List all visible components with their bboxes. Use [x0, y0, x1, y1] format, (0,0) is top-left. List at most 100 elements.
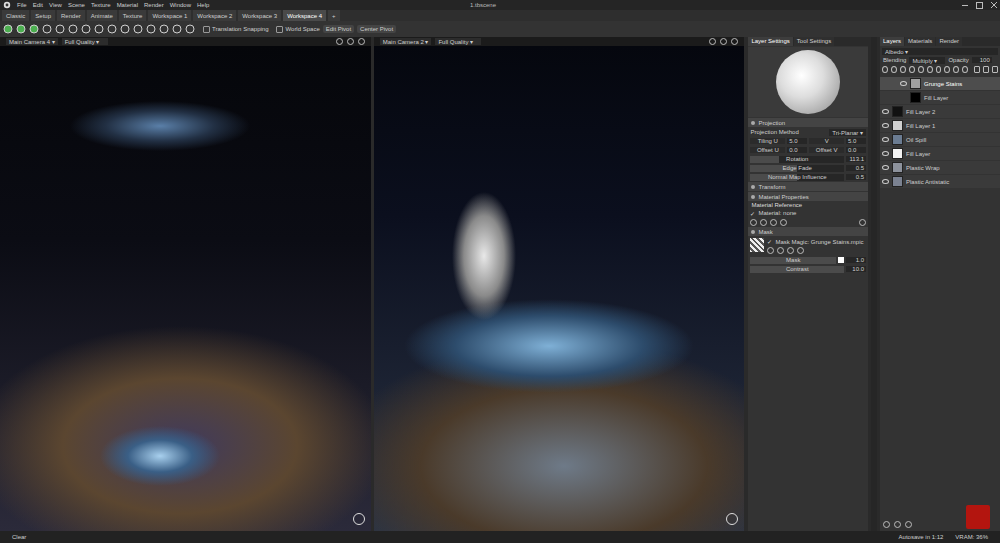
light-icon[interactable]: [81, 24, 91, 34]
checkbox-row[interactable]: ✓Material: none: [748, 209, 868, 217]
maximize-view-icon[interactable]: [731, 38, 738, 45]
eye-icon[interactable]: [882, 109, 889, 114]
menu-item[interactable]: File: [17, 2, 27, 8]
menu-item[interactable]: Edit: [33, 2, 43, 8]
menu-item[interactable]: Texture: [91, 2, 111, 8]
gear-icon[interactable]: [962, 66, 968, 73]
view-gizmo-icon[interactable]: [726, 513, 738, 525]
paint-icon[interactable]: [120, 24, 130, 34]
quality-dropdown[interactable]: Full Quality ▾: [62, 38, 108, 45]
search-icon[interactable]: [777, 247, 784, 254]
pen-icon[interactable]: [859, 219, 866, 226]
layer-row[interactable]: Fill Layer 2: [880, 105, 1000, 118]
refresh-icon[interactable]: [905, 521, 912, 528]
scale-icon[interactable]: [42, 24, 52, 34]
number-field[interactable]: Offset U0.0: [750, 147, 807, 153]
select-icon[interactable]: [3, 24, 13, 34]
workspace-tab[interactable]: +: [328, 10, 340, 21]
folder-icon[interactable]: [983, 66, 989, 73]
eraser-icon[interactable]: [891, 66, 897, 73]
move-view-icon[interactable]: [720, 38, 727, 45]
eye-icon[interactable]: [900, 81, 907, 86]
edit-icon[interactable]: [787, 247, 794, 254]
check-icon[interactable]: ✓: [750, 210, 756, 217]
eye-icon[interactable]: [882, 123, 889, 128]
sphere-icon[interactable]: [172, 24, 182, 34]
workspace-tab[interactable]: Texture: [119, 10, 147, 21]
new-layer-icon[interactable]: [974, 66, 980, 73]
viewport[interactable]: Main Camera 4 ▾ Full Quality ▾: [0, 37, 371, 531]
settings-icon[interactable]: [709, 38, 716, 45]
refresh-icon[interactable]: [767, 247, 774, 254]
brush-icon[interactable]: [882, 66, 888, 73]
rotate-icon[interactable]: [29, 24, 39, 34]
close-icon[interactable]: [991, 2, 997, 8]
quality-dropdown[interactable]: Full Quality ▾: [435, 38, 481, 45]
reset-icon[interactable]: [760, 219, 767, 226]
menu-item[interactable]: Material: [117, 2, 138, 8]
maximize-icon[interactable]: [976, 2, 983, 9]
opacity-field[interactable]: 100: [972, 57, 992, 63]
workspace-tab[interactable]: Animate: [87, 10, 117, 21]
viewport[interactable]: Main Camera 2 ▾ Full Quality ▾: [374, 37, 745, 531]
number-field[interactable]: Offset V0.0: [809, 147, 866, 153]
panel-tab[interactable]: Layers: [880, 37, 904, 46]
workspace-tab[interactable]: Workspace 4: [283, 10, 326, 21]
section-header[interactable]: Transform: [748, 182, 868, 191]
workspace-tab[interactable]: Workspace 2: [193, 10, 236, 21]
menu-item[interactable]: View: [49, 2, 62, 8]
eye-icon[interactable]: [882, 179, 889, 184]
remove-icon[interactable]: [797, 247, 804, 254]
layer-row[interactable]: Plastic Wrap: [880, 161, 1000, 174]
delete-icon[interactable]: [992, 66, 998, 73]
layer-row[interactable]: Fill Layer 1: [880, 119, 1000, 132]
number-field[interactable]: V5.0: [809, 138, 866, 144]
render-view[interactable]: [374, 46, 745, 531]
blending-dropdown[interactable]: Multiply ▾: [909, 57, 945, 64]
layer-row[interactable]: Fill Layer: [880, 147, 1000, 160]
workspace-tab[interactable]: Workspace 1: [148, 10, 191, 21]
checkbox-row[interactable]: ✓Mask Magic: Grunge Stains.mpic: [767, 238, 863, 245]
section-header[interactable]: Mask: [748, 227, 868, 236]
panel-divider[interactable]: [871, 37, 877, 531]
menu-item[interactable]: Render: [144, 2, 164, 8]
fill-icon[interactable]: [900, 66, 906, 73]
checkbox-icon[interactable]: [203, 26, 210, 33]
slider[interactable]: Rotation: [750, 156, 844, 163]
move-view-icon[interactable]: [347, 38, 354, 45]
layer-row[interactable]: Oil Spill: [880, 133, 1000, 146]
cube-icon[interactable]: [159, 24, 169, 34]
remove-icon[interactable]: [770, 219, 777, 226]
status-clear[interactable]: Clear: [12, 534, 26, 540]
menu-item[interactable]: Scene: [68, 2, 85, 8]
refresh-icon[interactable]: [750, 219, 757, 226]
clone-icon[interactable]: [918, 66, 924, 73]
slider-value[interactable]: 113.1: [846, 156, 866, 162]
smudge-icon[interactable]: [927, 66, 933, 73]
view-gizmo-icon[interactable]: [353, 513, 365, 525]
globe-icon[interactable]: [55, 24, 65, 34]
panel-tab[interactable]: Layer Settings: [748, 37, 792, 46]
eye-icon[interactable]: [882, 137, 889, 142]
layer-row[interactable]: Fill Layer: [880, 91, 1000, 104]
slider[interactable]: Normal Map Influence: [750, 174, 844, 181]
lasso-icon[interactable]: [107, 24, 117, 34]
workspace-tab[interactable]: Setup: [31, 10, 55, 21]
toolbar-button[interactable]: Edit Pivot: [323, 25, 354, 33]
slider-value[interactable]: 0.5: [846, 165, 866, 171]
wand-icon[interactable]: [185, 24, 195, 34]
settings-icon[interactable]: [894, 521, 901, 528]
section-header[interactable]: Material Properties: [748, 192, 868, 201]
hand-icon[interactable]: [133, 24, 143, 34]
eye-icon[interactable]: [882, 151, 889, 156]
slider[interactable]: Mask: [750, 257, 836, 264]
mask-icon[interactable]: [953, 66, 959, 73]
panel-tab[interactable]: Tool Settings: [794, 37, 834, 46]
camera-dropdown[interactable]: Main Camera 2 ▾: [380, 38, 432, 45]
layer-row[interactable]: Plastic Antistatic: [880, 175, 1000, 188]
settings-icon[interactable]: [336, 38, 343, 45]
number-field[interactable]: Tiling U5.0: [750, 138, 807, 144]
maximize-view-icon[interactable]: [358, 38, 365, 45]
workspace-tab[interactable]: Render: [57, 10, 85, 21]
eye-icon[interactable]: [900, 95, 907, 100]
